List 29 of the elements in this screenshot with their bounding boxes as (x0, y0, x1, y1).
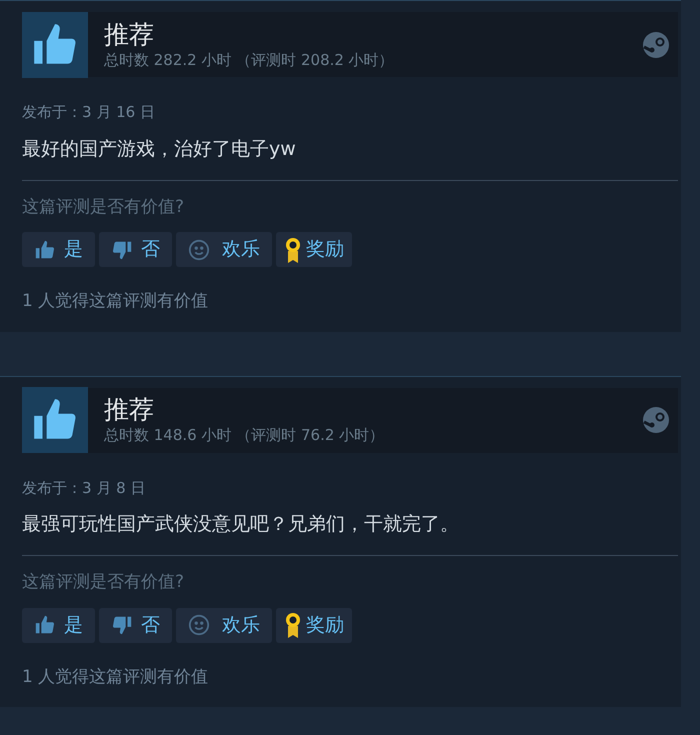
smiley-icon (188, 238, 210, 260)
recommendation-title: 推荐 (104, 20, 155, 50)
review-text: 最强可玩性国产武侠没意见吧？兄弟们，干就完了。 (22, 512, 460, 537)
award-button[interactable]: 奖励 (276, 232, 352, 267)
vote-button[interactable]: 是 (22, 608, 95, 642)
helpful-count: 1 人觉得这篇评测有价值 (22, 666, 210, 688)
post-date: 发布于：3 月 8 日 (22, 478, 146, 498)
vote-button[interactable]: 否 (99, 608, 172, 642)
helpful-question: 这篇评测是否有价值? (22, 571, 186, 594)
thumbs-up-icon (34, 614, 56, 636)
playtime-text: 总时数 282.2 小时 （评测时 208.2 小时） (104, 50, 395, 70)
review-text: 最好的国产游戏，治好了电子yw (22, 136, 297, 162)
vote-button[interactable]: 欢乐 (176, 232, 272, 267)
vote-button[interactable]: 是 (22, 232, 95, 267)
award-button[interactable]: 奖励 (276, 608, 352, 642)
smiley-icon (188, 614, 210, 636)
helpful-count: 1 人觉得这篇评测有价值 (22, 290, 210, 313)
playtime-text: 总时数 148.6 小时 （评测时 76.2 小时） (104, 425, 386, 445)
vote-button[interactable]: 欢乐 (176, 608, 272, 642)
logo-icon (642, 30, 670, 58)
award-icon (284, 236, 302, 262)
helpful-question: 这篇评测是否有价值? (22, 196, 186, 218)
post-date: 发布于：3 月 16 日 (22, 102, 156, 123)
vote-button[interactable]: 否 (99, 232, 172, 267)
thumbs-up-icon (34, 238, 56, 260)
thumbs-down-icon (111, 614, 133, 636)
logo-icon (642, 406, 670, 434)
recommendation-title: 推荐 (104, 395, 155, 425)
award-icon (284, 612, 302, 638)
